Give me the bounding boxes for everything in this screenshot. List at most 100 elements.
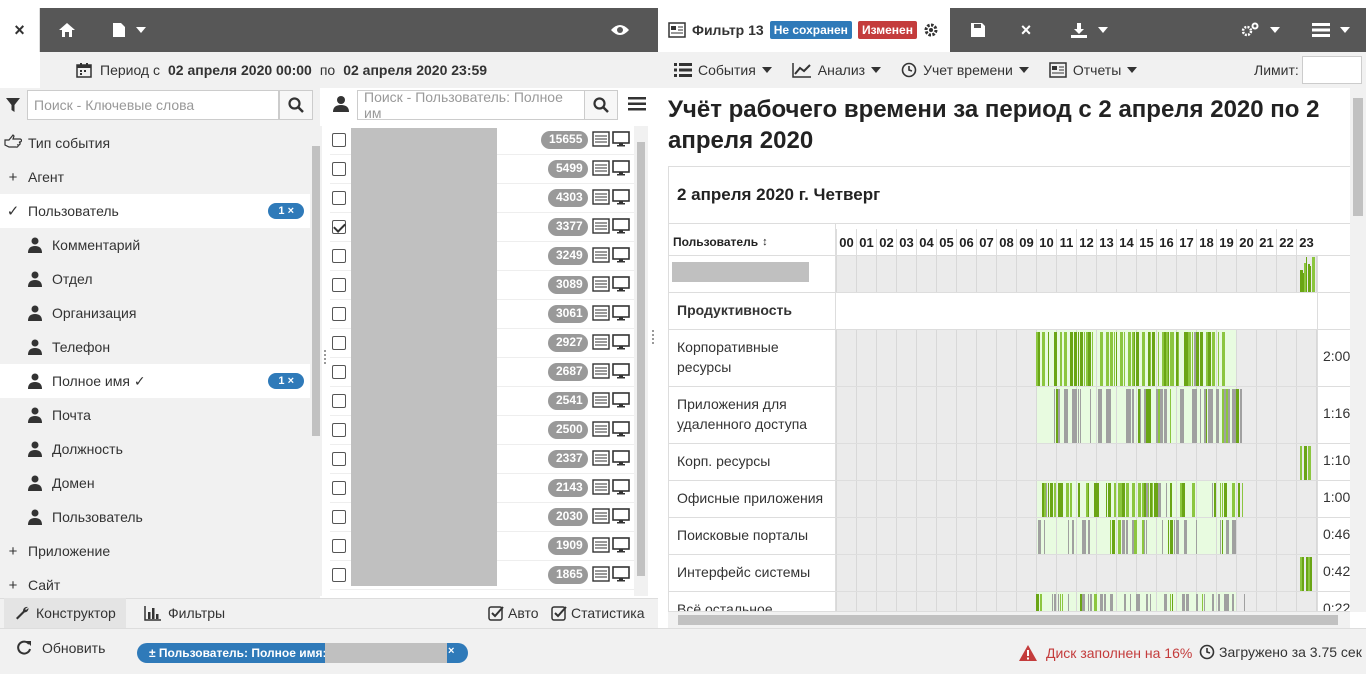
- home-icon[interactable]: [54, 8, 80, 52]
- activity-bar[interactable]: [1182, 594, 1185, 611]
- period-bar[interactable]: Период с 02 апреля 2020 00:00 по 02 апре…: [40, 52, 658, 88]
- monitor-icon[interactable]: [612, 131, 630, 147]
- user-checkbox[interactable]: [332, 510, 346, 524]
- activity-bar[interactable]: [1212, 594, 1214, 611]
- close-tab-button[interactable]: ×: [0, 8, 40, 52]
- activity-bar[interactable]: [1110, 520, 1111, 554]
- activity-bar[interactable]: [1126, 483, 1129, 517]
- user-scrollbar[interactable]: [634, 126, 648, 596]
- details-icon[interactable]: [592, 131, 610, 147]
- activity-bar[interactable]: [1048, 483, 1049, 517]
- activity-bar[interactable]: [1310, 557, 1312, 591]
- user-checkbox[interactable]: [332, 307, 346, 321]
- activity-bar[interactable]: [1232, 594, 1234, 611]
- filter-item[interactable]: Тип события: [0, 126, 310, 160]
- activity-bar[interactable]: [1218, 594, 1220, 611]
- activity-bar[interactable]: [1172, 594, 1173, 611]
- tab-filters[interactable]: Фильтры: [134, 598, 235, 628]
- activity-bar[interactable]: [1090, 594, 1092, 611]
- activity-bar[interactable]: [1202, 332, 1203, 386]
- monitor-icon[interactable]: [612, 566, 630, 582]
- activity-bar[interactable]: [1170, 389, 1171, 443]
- activity-bar[interactable]: [1130, 332, 1131, 386]
- activity-bar[interactable]: [1166, 483, 1167, 517]
- activity-bar[interactable]: [1070, 483, 1072, 517]
- activity-bar[interactable]: [1182, 389, 1184, 443]
- activity-bar[interactable]: [1060, 483, 1063, 517]
- activity-bar[interactable]: [1138, 594, 1140, 611]
- activity-bar[interactable]: [1144, 520, 1145, 554]
- activity-bar[interactable]: [1044, 332, 1045, 386]
- activity-bar[interactable]: [1164, 389, 1167, 443]
- activity-bar[interactable]: [1178, 332, 1179, 386]
- filter-tab[interactable]: Фильтр 13 Не сохранен Изменен: [658, 8, 950, 52]
- activity-bar[interactable]: [1054, 332, 1057, 386]
- activity-bar[interactable]: [1196, 594, 1198, 611]
- activity-bar[interactable]: [1168, 332, 1169, 386]
- details-icon[interactable]: [592, 392, 610, 408]
- details-icon[interactable]: [592, 537, 610, 553]
- splitter-handle[interactable]: [652, 330, 656, 344]
- user-checkbox[interactable]: [332, 423, 346, 437]
- activity-bar[interactable]: [1060, 594, 1061, 611]
- activity-bar[interactable]: [1306, 446, 1307, 480]
- details-icon[interactable]: [592, 334, 610, 350]
- report-horizontal-scrollbar[interactable]: [668, 612, 1350, 628]
- activity-bar[interactable]: [1312, 257, 1315, 292]
- user-checkbox[interactable]: [332, 568, 346, 582]
- monitor-icon[interactable]: [612, 160, 630, 176]
- activity-bar[interactable]: [1162, 520, 1163, 554]
- activity-bar[interactable]: [1110, 483, 1111, 517]
- stats-checkbox[interactable]: Статистика: [541, 598, 655, 628]
- activity-bar[interactable]: [1074, 389, 1077, 443]
- user-checkbox[interactable]: [332, 220, 346, 234]
- activity-bar[interactable]: [1038, 332, 1040, 386]
- activity-bar[interactable]: [1072, 520, 1074, 554]
- activity-bar[interactable]: [1172, 332, 1174, 386]
- activity-bar[interactable]: [1100, 332, 1103, 386]
- activity-bar[interactable]: [1186, 520, 1187, 554]
- user-panel-menu-icon[interactable]: [628, 97, 646, 114]
- activity-bar[interactable]: [1214, 332, 1215, 386]
- activity-bar[interactable]: [1228, 594, 1229, 611]
- activity-bar[interactable]: [1148, 389, 1151, 443]
- activity-bar[interactable]: [1310, 266, 1311, 292]
- time-tracking-menu[interactable]: Учет времени: [891, 62, 1039, 78]
- activity-bar[interactable]: [1088, 594, 1089, 611]
- monitor-icon[interactable]: [612, 479, 630, 495]
- activity-bar[interactable]: [1070, 332, 1073, 386]
- activity-bar[interactable]: [1068, 483, 1069, 517]
- filter-item[interactable]: Полное имя ✓ 1 ×: [0, 364, 310, 398]
- activity-bar[interactable]: [1124, 594, 1126, 611]
- monitor-icon[interactable]: [612, 508, 630, 524]
- splitter-handle[interactable]: [324, 350, 328, 364]
- activity-bar[interactable]: [1078, 332, 1079, 386]
- details-icon[interactable]: [592, 218, 610, 234]
- activity-bar[interactable]: [1084, 332, 1085, 386]
- details-icon[interactable]: [592, 189, 610, 205]
- activity-bar[interactable]: [1242, 483, 1243, 517]
- activity-bar[interactable]: [1084, 520, 1086, 554]
- activity-bar[interactable]: [1216, 389, 1219, 443]
- activity-bar[interactable]: [1114, 483, 1116, 517]
- monitor-icon[interactable]: [612, 392, 630, 408]
- activity-bar[interactable]: [1078, 389, 1079, 443]
- details-icon[interactable]: [592, 305, 610, 321]
- activity-bar[interactable]: [1066, 389, 1068, 443]
- filter-item[interactable]: ✓ Пользователь 1 ×: [0, 194, 310, 228]
- details-icon[interactable]: [592, 421, 610, 437]
- activity-bar[interactable]: [1106, 483, 1107, 517]
- activity-bar[interactable]: [1058, 594, 1059, 611]
- activity-bar[interactable]: [1218, 332, 1219, 386]
- details-icon[interactable]: [592, 363, 610, 379]
- auto-checkbox[interactable]: Авто: [478, 598, 549, 628]
- activity-bar[interactable]: [1196, 332, 1199, 386]
- expand-icon[interactable]: +: [2, 169, 24, 186]
- activity-bar[interactable]: [1176, 520, 1179, 554]
- filter-search-input[interactable]: Поиск - Ключевые слова: [27, 90, 279, 120]
- activity-bar[interactable]: [1236, 389, 1239, 443]
- activity-bar[interactable]: [1116, 332, 1117, 386]
- details-icon[interactable]: [592, 508, 610, 524]
- filter-item[interactable]: Домен: [0, 466, 310, 500]
- activity-bar[interactable]: [1146, 520, 1147, 554]
